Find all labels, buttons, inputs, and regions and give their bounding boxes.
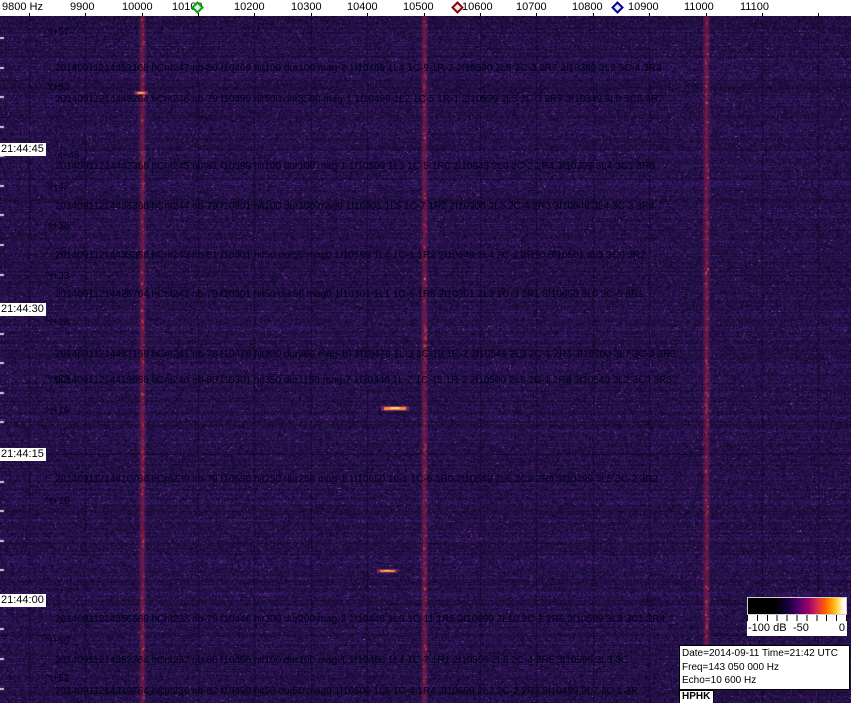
info-echo-line: Echo=10 600 Hz xyxy=(682,674,847,688)
detection-line: 20140911214349764 hCnt236 nb-82 f10499 h… xyxy=(55,686,638,697)
freq-tick-label: 10800 xyxy=(572,1,603,13)
frequency-axis: 9800 Hz 9900 10000 10100 10200 10300 10400 1050… xyxy=(0,0,851,16)
freq-tick-mark xyxy=(424,13,425,16)
freq-tick-mark xyxy=(706,13,707,16)
freq-tick-mark xyxy=(254,13,255,16)
color-scale: -100 dB -50 0 xyxy=(747,597,847,636)
freq-tick-label: 10400 xyxy=(347,1,378,13)
freq-tick-label: 9900 xyxy=(70,1,94,13)
time-offset-marker: ^t+42 xyxy=(45,181,69,192)
detection-line: 20140911214428764 hCnt242 nb-79 f10301 h… xyxy=(55,289,644,300)
time-offset-marker: ^t+28 xyxy=(45,317,69,328)
color-scale-gradient xyxy=(747,597,847,615)
freq-tick-label: 9800 Hz xyxy=(2,1,43,13)
blue-marker-diamond[interactable] xyxy=(611,1,624,14)
detection-line: 20140911214423168 hCnt241 nb-78 f10478 h… xyxy=(55,349,676,360)
detection-line: 20140911214352764 hCnt237 nb-80 f10466 h… xyxy=(55,655,631,666)
freq-tick-label: 11100 xyxy=(740,1,769,13)
time-offset-marker: ^t+38 xyxy=(45,221,69,232)
detection-line: 20140911214356568 hCnt238 nb-79 f10446 h… xyxy=(55,614,665,625)
freq-tick-label: 10900 xyxy=(628,1,659,13)
freq-tick-label: 10700 xyxy=(516,1,547,13)
freq-tick-mark xyxy=(367,13,368,16)
detection-line: 20140911214445264 hCnt246 nb-79 f10499 h… xyxy=(55,94,664,105)
freq-tick-label: 10500 xyxy=(403,1,434,13)
time-label: 21:44:45 xyxy=(0,143,46,156)
info-freq-line: Freq=143 050 000 Hz xyxy=(682,661,847,675)
freq-tick-mark xyxy=(198,13,199,16)
freq-tick-label: 10000 xyxy=(122,1,153,13)
info-date-line: Date=2014-09-11 Time=21:42 UTC xyxy=(682,647,847,661)
freq-tick-mark xyxy=(649,13,650,16)
time-label: 21:44:30 xyxy=(0,303,46,316)
scale-max-label: 0 xyxy=(839,622,845,634)
freq-tick-mark xyxy=(311,13,312,16)
freq-tick-label: 11000 xyxy=(684,1,714,13)
freq-tick-label: 10200 xyxy=(234,1,265,13)
detection-line: 20140911214452168 hCnt247 nb-80 f10469 h… xyxy=(55,63,661,74)
detection-line: 20140911214438368 hCnt244 nb-79 f10901 h… xyxy=(55,201,655,212)
freq-tick-label: 10600 xyxy=(462,1,493,13)
time-offset-marker: ^t+52 xyxy=(45,82,69,93)
detection-line: 20140911214410764 hCnt239 nb-79 f10650 h… xyxy=(55,474,658,485)
station-tag: HPHK xyxy=(679,690,714,703)
info-box: Date=2014-09-11 Time=21:42 UTC Freq=143 … xyxy=(679,645,850,690)
detection-line: 20140911214419668 hCnt240 nb-80 f10301 h… xyxy=(55,375,672,386)
freq-tick-mark xyxy=(536,13,537,16)
freq-tick-mark xyxy=(818,13,819,16)
time-offset-marker: ^t+33 xyxy=(45,271,69,282)
time-label: 21:44:00 xyxy=(0,594,46,607)
time-offset-marker: ^t+10 xyxy=(45,496,69,507)
spectrogram-screen: 9800 Hz 9900 10000 10100 10200 10300 10400 1050… xyxy=(0,0,851,703)
freq-tick-mark xyxy=(142,13,143,16)
time-offset-marker: ^t+45 xyxy=(55,150,79,161)
scale-min-label: -100 dB xyxy=(748,622,787,634)
time-offset-marker: ^t+19 xyxy=(45,406,69,417)
time-offset-marker: ^t+56 xyxy=(45,636,69,647)
time-offset-marker: ^t+52 xyxy=(45,673,69,684)
freq-tick-mark xyxy=(480,13,481,16)
color-scale-labels: -100 dB -50 0 xyxy=(747,621,847,636)
freq-tick-label: 10300 xyxy=(291,1,322,13)
scale-mid-label: -50 xyxy=(793,622,809,634)
freq-tick-mark xyxy=(593,13,594,16)
detection-line: 20140911214442368 hCnt245 nb-81 f10599 h… xyxy=(55,161,655,172)
freq-tick-mark xyxy=(29,13,30,16)
detection-line: 20140911214433368 hCnt243 nb-81 f10301 h… xyxy=(55,250,646,261)
time-label: 21:44:15 xyxy=(0,448,46,461)
freq-tick-mark xyxy=(762,13,763,16)
time-offset-marker: ^t+57 xyxy=(45,27,69,38)
freq-tick-mark xyxy=(85,13,86,16)
